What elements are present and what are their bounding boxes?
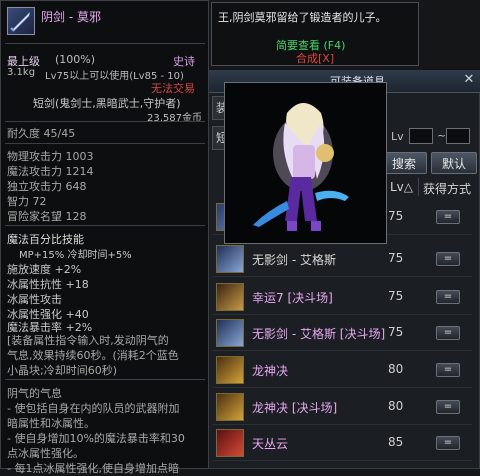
aura-title: 阴气的气息 (7, 387, 62, 400)
divider (5, 379, 205, 380)
item-name: 无影剑 - 艾格斯 [决斗场] (252, 327, 386, 341)
stat-line: 物理攻击力 1003 (7, 150, 94, 163)
stat-line: 独立攻击力 648 (7, 180, 87, 193)
detail-button[interactable]: = (436, 363, 460, 377)
item-name: 无影剑 - 艾格斯 (252, 253, 336, 267)
column-header-obtain-method[interactable]: 获得方式 (423, 180, 471, 197)
sword-icon (216, 393, 244, 421)
aura-desc-line: - 使自身增加10%的魔法暴击率和30 (7, 432, 185, 445)
trade-restriction: 无法交易 (151, 82, 195, 95)
sword-icon (216, 245, 244, 273)
divider (5, 121, 205, 122)
item-name: 阴剑 - 莫邪 (41, 10, 101, 24)
aura-desc-line: 暗属性和冰属性。 (7, 417, 95, 430)
attr-line: 施放速度 +2% (7, 263, 82, 276)
stat-line: 冒险家名望 128 (7, 210, 87, 223)
sword-icon (216, 283, 244, 311)
aura-desc-line: 点冰属性强化。 (7, 447, 84, 460)
attr-line: 冰属性抗性 +18 (7, 278, 89, 291)
list-item[interactable]: 龙神决 80 = (212, 353, 472, 388)
detail-button[interactable]: = (436, 210, 460, 224)
avatar-preview (224, 82, 387, 244)
level-max-input[interactable] (446, 128, 470, 144)
list-item[interactable]: 天丛云 85 = (212, 426, 472, 461)
mp-cooldown-line: MP+15% 冷却时间+5% (19, 250, 132, 261)
synthesis-link[interactable]: 合成[X] (296, 50, 334, 66)
character-figure (253, 103, 349, 231)
list-item[interactable]: 无影剑 - 艾格斯 75 = (212, 242, 472, 277)
aura-desc-line: - 每1点冰属性强化,使自身增加点暗 (7, 462, 179, 475)
flavor-text: 王,阴剑莫邪留给了锻造者的儿子。 (218, 11, 387, 24)
detail-button[interactable]: = (436, 252, 460, 266)
detail-button[interactable]: = (436, 436, 460, 450)
item-name: 龙神决 (252, 364, 289, 378)
list-item[interactable]: 幸运7 [决斗场] 75 = (212, 280, 472, 315)
divider (5, 225, 205, 226)
sword-glyph (10, 12, 30, 32)
item-name: 龙神决 [决斗场] (252, 401, 338, 415)
skill-header: 魔法百分比技能 (7, 233, 84, 246)
detail-button[interactable]: = (436, 290, 460, 304)
item-name: 天丛云 (252, 437, 289, 451)
item-level: 85 (388, 435, 404, 449)
level-min-input[interactable] (409, 128, 433, 144)
sword-icon (216, 429, 244, 457)
list-item[interactable]: 无影剑 - 艾格斯 [决斗场] 75 = (212, 316, 472, 351)
durability: 耐久度 45/45 (7, 127, 76, 140)
sword-icon (7, 7, 35, 35)
list-item[interactable]: 龙神决 [决斗场] 80 = (212, 390, 472, 425)
column-separator (418, 178, 419, 196)
stat-line: 魔法攻击力 1214 (7, 165, 94, 178)
column-header-level[interactable]: Lv△ (390, 180, 413, 194)
close-icon[interactable]: ✕ (462, 72, 476, 88)
equip-desc-line: [装备属性指令输入时,发动阴气的 (7, 334, 169, 347)
divider (5, 143, 205, 144)
level-filter-label: Lv (391, 130, 404, 143)
item-level: 75 (388, 251, 404, 265)
item-level: 75 (388, 209, 404, 223)
stat-line: 智力 72 (7, 195, 47, 208)
sword-icon (216, 319, 244, 347)
item-level: 80 (388, 399, 404, 413)
level-range-separator: ~ (437, 129, 447, 142)
aura-desc-line: - 使包括自身在内的队员的武器附加 (7, 402, 180, 415)
search-button[interactable]: 搜索 (381, 152, 427, 174)
attr-line: 冰属性攻击 (7, 293, 62, 306)
equip-desc-line: 气息,效果持续60秒。(消耗2个蓝色 (7, 349, 179, 362)
item-grade-percent: (100%) (55, 53, 96, 66)
divider (5, 43, 205, 44)
default-button[interactable]: 默认 (431, 152, 477, 174)
item-tooltip: 阴剑 - 莫邪 最上级 (100%) 史诗 3.1kg Lv75以上可以使用(L… (0, 0, 209, 475)
equip-desc-line: 小晶块;冷却时间60秒) (7, 364, 117, 377)
item-name: 幸运7 [决斗场] (252, 291, 333, 305)
sword-icon (216, 356, 244, 384)
item-level: 75 (388, 289, 404, 303)
item-weight: 3.1kg (7, 67, 36, 78)
detail-button[interactable]: = (436, 400, 460, 414)
item-level: 80 (388, 362, 404, 376)
detail-button[interactable]: = (436, 326, 460, 340)
item-level: 75 (388, 325, 404, 339)
